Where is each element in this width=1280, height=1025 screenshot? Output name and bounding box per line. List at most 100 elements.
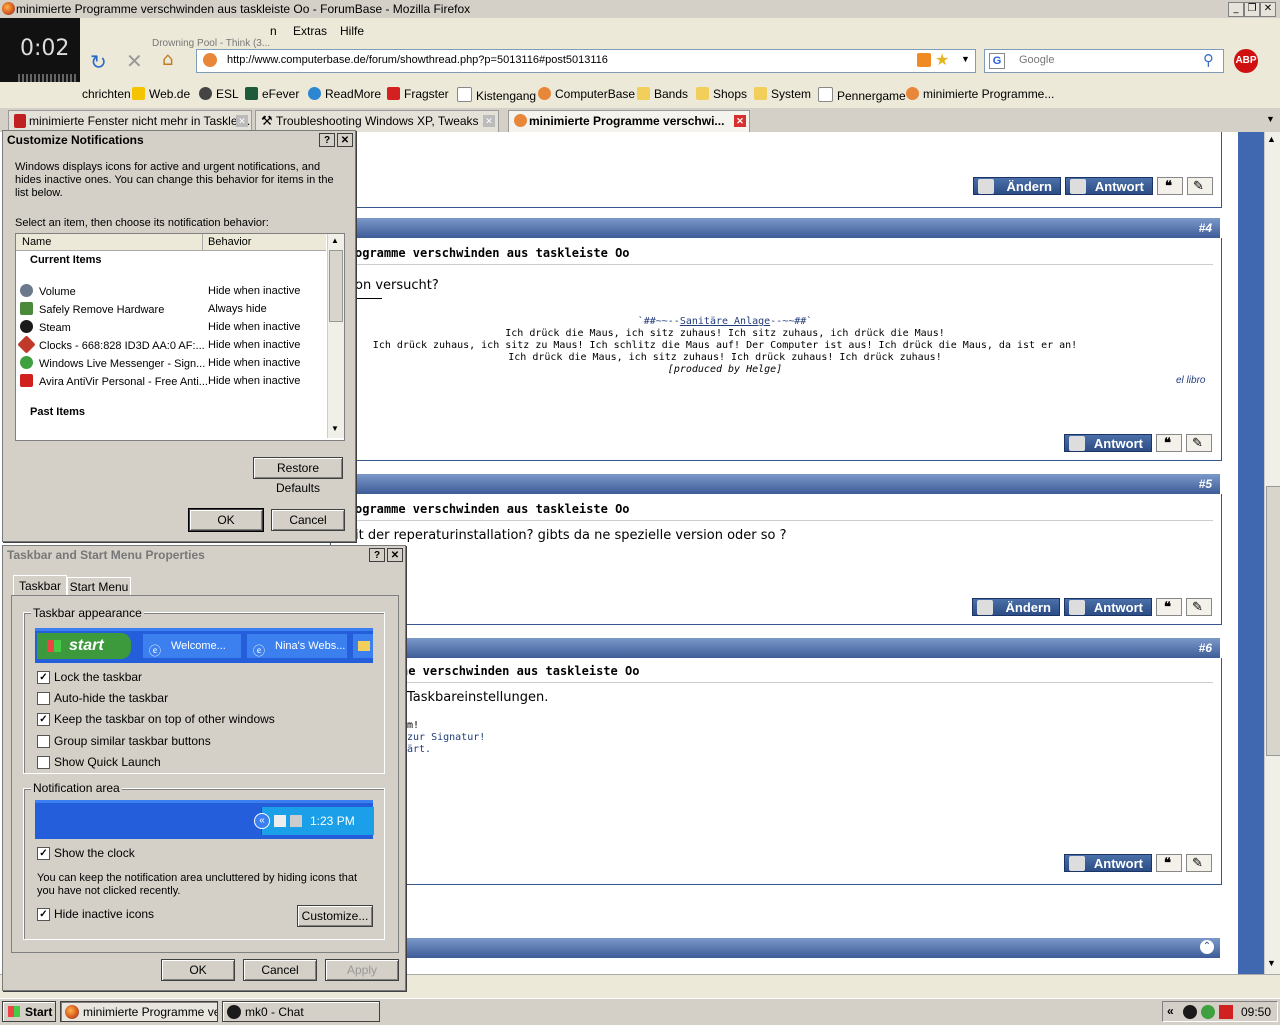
item-behavior[interactable]: Hide when inactive (208, 321, 300, 333)
ok-button[interactable]: OK (161, 959, 235, 981)
reply-button[interactable]: Antwort (1064, 598, 1152, 616)
scroll-thumb[interactable] (329, 250, 343, 322)
bookmark-star-icon[interactable]: ★ (935, 50, 949, 69)
bookmark-webde[interactable]: Web.de (132, 87, 190, 101)
tab-minimierte-programme[interactable]: minimierte Programme verschwi... ✕ (508, 110, 750, 132)
search-icon[interactable]: ⚲ (1203, 51, 1214, 69)
tab-close-icon[interactable]: ✕ (734, 115, 746, 127)
url-dropdown-icon[interactable]: ▼ (961, 54, 970, 64)
bookmark-readmore[interactable]: ReadMore (308, 87, 381, 101)
auto-hide-checkbox[interactable] (37, 692, 50, 705)
item-behavior[interactable]: Hide when inactive (208, 285, 300, 297)
bookmark-esl[interactable]: ESL (199, 87, 239, 101)
rss-icon[interactable] (917, 53, 931, 67)
multiquote-button[interactable]: ✎ (1186, 434, 1212, 452)
scroll-thumb[interactable] (1266, 486, 1280, 756)
avira-tray-icon[interactable] (1219, 1005, 1233, 1019)
tab-taskbar[interactable]: Taskbar (13, 575, 67, 596)
item-behavior[interactable]: Always hide (208, 303, 267, 315)
messenger-tray-icon[interactable] (1201, 1005, 1215, 1019)
stop-icon[interactable]: ✕ (126, 49, 143, 73)
bookmark-folder-system[interactable]: System (754, 87, 811, 101)
bookmark-folder-bands[interactable]: Bands (637, 87, 688, 101)
tab-close-icon[interactable]: ✕ (483, 115, 495, 127)
steam-tray-icon[interactable] (1183, 1005, 1197, 1019)
taskbar-button-chat[interactable]: mk0 - Chat (222, 1001, 380, 1022)
multiquote-button[interactable]: ✎ (1187, 177, 1213, 195)
bookmark-pennergame[interactable]: Pennergame (818, 87, 906, 103)
bookmark-kistengang[interactable]: Kistengang (457, 87, 536, 103)
column-behavior[interactable]: Behavior (208, 236, 251, 248)
item-behavior[interactable]: Hide when inactive (208, 339, 300, 351)
home-icon[interactable]: ⌂ (162, 49, 173, 70)
minimize-button[interactable]: _ (1228, 2, 1244, 17)
list-item[interactable]: Volume (20, 284, 76, 298)
edit-button[interactable]: Ändern (973, 177, 1061, 195)
quick-launch-checkbox[interactable] (37, 756, 50, 769)
quote-button[interactable]: ❝ (1156, 854, 1182, 872)
list-item[interactable]: Safely Remove Hardware (20, 302, 164, 316)
tray-clock[interactable]: 09:50 (1241, 1005, 1271, 1019)
bookmark-computerbase[interactable]: ComputerBase (538, 87, 635, 101)
start-button[interactable]: Start (2, 1001, 56, 1022)
menu-item-extras[interactable]: Extras (293, 24, 327, 38)
reply-button[interactable]: Antwort (1065, 177, 1153, 195)
customize-button[interactable]: Customize... (297, 905, 373, 927)
edit-button[interactable]: Ändern (972, 598, 1060, 616)
bookmark-efever[interactable]: eFever (245, 87, 299, 101)
multiquote-button[interactable]: ✎ (1186, 854, 1212, 872)
help-button[interactable]: ? (319, 133, 335, 147)
close-button[interactable]: ✕ (387, 548, 403, 562)
tab-start-menu[interactable]: Start Menu (67, 577, 131, 596)
url-bar[interactable]: http://www.computerbase.de/forum/showthr… (196, 49, 976, 73)
reload-icon[interactable]: ↻ (90, 50, 107, 74)
collapse-icon[interactable]: ⌃ (1200, 940, 1214, 954)
list-item[interactable]: Avira AntiVir Personal - Free Anti... (20, 374, 208, 388)
keep-on-top-checkbox[interactable]: ✓ (37, 713, 50, 726)
close-button[interactable]: ✕ (337, 133, 353, 147)
quote-button[interactable]: ❝ (1156, 598, 1182, 616)
list-item[interactable]: Steam (20, 320, 71, 334)
help-button[interactable]: ? (369, 548, 385, 562)
adblock-icon[interactable]: ABP (1234, 49, 1258, 73)
tab-list-icon[interactable]: ▼ (1266, 114, 1275, 124)
cancel-button[interactable]: Cancel (271, 509, 345, 531)
item-behavior[interactable]: Hide when inactive (208, 375, 300, 387)
bookmark-minimierte[interactable]: minimierte Programme... (906, 87, 1054, 101)
bookmark-folder-shops[interactable]: Shops (696, 87, 747, 101)
cancel-button[interactable]: Cancel (243, 959, 317, 981)
list-item[interactable]: Clocks - 668:828 ID3D AA:0 AF:... (17, 335, 205, 354)
show-clock-checkbox[interactable]: ✓ (37, 847, 50, 860)
page-scrollbar[interactable]: ▲ ▼ (1264, 132, 1280, 974)
search-bar[interactable]: G Google ⚲ (984, 49, 1224, 73)
scroll-down-icon[interactable]: ▼ (331, 424, 339, 433)
google-icon[interactable]: G (989, 53, 1005, 69)
column-name[interactable]: Name (22, 236, 51, 248)
lock-taskbar-checkbox[interactable]: ✓ (37, 671, 50, 684)
scroll-up-icon[interactable]: ▲ (1267, 134, 1276, 144)
taskbar-button-firefox[interactable]: minimierte Programme ve... (60, 1001, 218, 1022)
menu-item-hilfe[interactable]: Hilfe (340, 24, 364, 38)
list-scrollbar[interactable]: ▲ ▼ (327, 234, 344, 438)
tray-expand-icon[interactable]: « (1167, 1004, 1174, 1018)
tab-minimierte-fenster[interactable]: minimierte Fenster nicht mehr in Tasklei… (8, 110, 252, 132)
maximize-button[interactable]: ❐ (1244, 2, 1260, 17)
tab-troubleshooting[interactable]: ⚒ Troubleshooting Windows XP, Tweaks ...… (255, 110, 499, 132)
item-behavior[interactable]: Hide when inactive (208, 357, 300, 369)
apply-button[interactable]: Apply (325, 959, 399, 981)
hide-inactive-checkbox[interactable]: ✓ (37, 908, 50, 921)
restore-defaults-button[interactable]: Restore Defaults (253, 457, 343, 495)
reply-button[interactable]: Antwort (1064, 434, 1152, 452)
scroll-down-icon[interactable]: ▼ (1267, 958, 1276, 968)
multiquote-button[interactable]: ✎ (1186, 598, 1212, 616)
window-close-button[interactable]: ✕ (1260, 2, 1276, 17)
notification-list[interactable]: Name Behavior Current Items Volume Hide … (15, 233, 345, 441)
tab-close-icon[interactable]: ✕ (236, 115, 248, 127)
group-buttons-checkbox[interactable] (37, 735, 50, 748)
bookmark-nachrichten[interactable]: chrichten (82, 87, 131, 101)
quote-button[interactable]: ❝ (1156, 434, 1182, 452)
ok-button[interactable]: OK (188, 508, 264, 532)
reply-button[interactable]: Antwort (1064, 854, 1152, 872)
scroll-up-icon[interactable]: ▲ (331, 236, 339, 245)
bookmark-fragster[interactable]: Fragster (387, 87, 449, 101)
